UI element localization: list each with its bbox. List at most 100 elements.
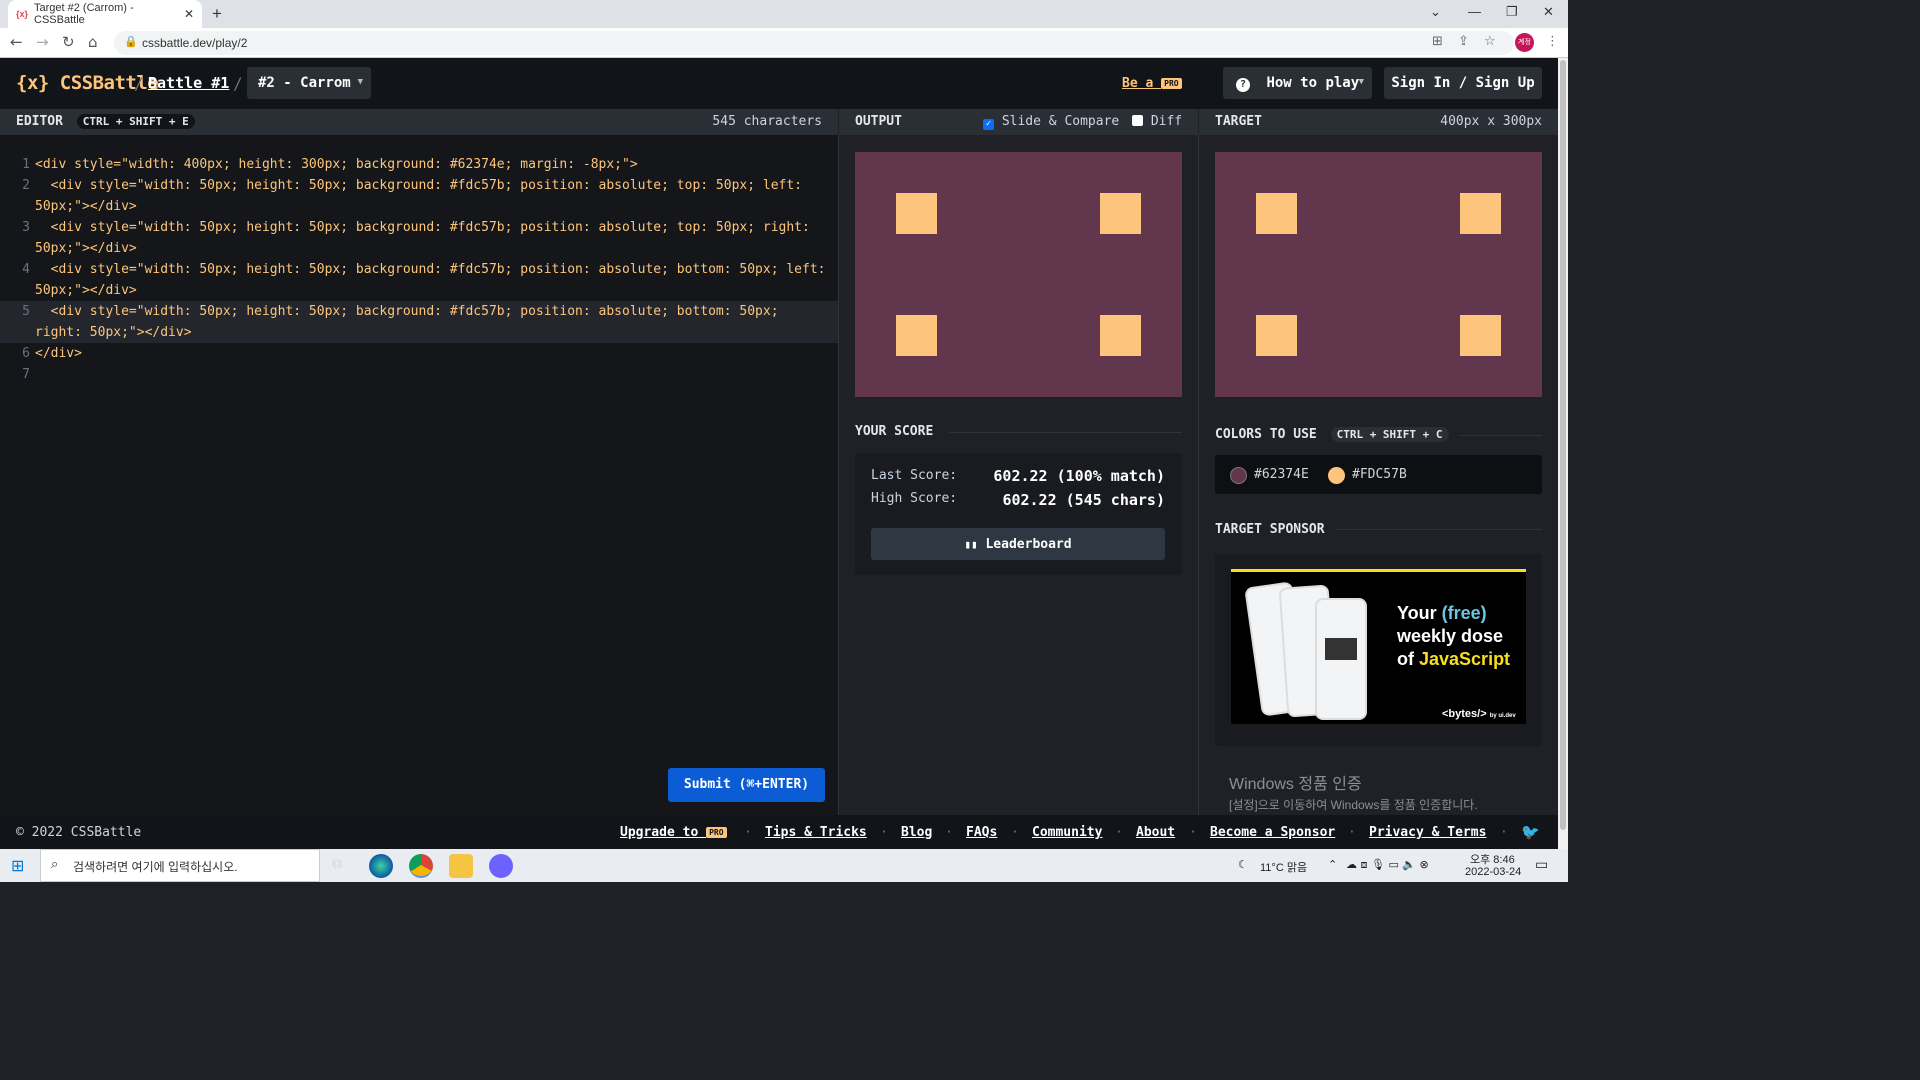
your-score-title: YOUR SCORE bbox=[855, 424, 934, 439]
new-tab-icon[interactable]: + bbox=[212, 4, 222, 24]
profile-avatar[interactable]: 계정 bbox=[1515, 33, 1534, 52]
slide-compare-toggle[interactable]: ✓ Slide & Compare bbox=[983, 114, 1119, 130]
code-editor[interactable]: 1 <div style="width: 400px; height: 300px… bbox=[0, 135, 838, 815]
forward-icon[interactable]: → bbox=[36, 33, 49, 51]
color-swatch-2[interactable] bbox=[1328, 467, 1345, 484]
colors-title-text: COLORS TO USE bbox=[1215, 427, 1317, 442]
about-link[interactable]: About bbox=[1136, 825, 1175, 840]
faqs-link[interactable]: FAQs bbox=[966, 825, 997, 840]
code-line[interactable]: 2 <div style="width: 50px; height: 50px;… bbox=[0, 175, 838, 217]
notification-icon[interactable]: ▭ bbox=[1535, 857, 1548, 873]
translate-icon[interactable]: ⊞ bbox=[1432, 34, 1443, 49]
colors-to-use-title: COLORS TO USE CTRL + SHIFT + C bbox=[1215, 427, 1449, 442]
share-icon[interactable]: ⇪ bbox=[1458, 34, 1469, 49]
color-swatch-1[interactable] bbox=[1230, 467, 1247, 484]
sign-in-button[interactable]: Sign In / Sign Up bbox=[1384, 67, 1542, 99]
footer-separator: · bbox=[1011, 825, 1019, 840]
battle-link[interactable]: Battle #1 bbox=[148, 74, 229, 92]
chrome-icon[interactable] bbox=[409, 854, 433, 878]
be-a-pro-link[interactable]: Be a PRO bbox=[1122, 76, 1182, 91]
target-dropdown[interactable]: #2 - Carrom ▼ bbox=[247, 67, 371, 99]
become-sponsor-link[interactable]: Become a Sponsor bbox=[1210, 825, 1335, 840]
output-header: OUTPUT ✓ Slide & Compare Diff bbox=[838, 109, 1198, 135]
upgrade-text: Upgrade to bbox=[620, 825, 699, 840]
diff-label: Diff bbox=[1150, 114, 1183, 129]
close-tab-icon[interactable]: ✕ bbox=[184, 7, 194, 21]
footer-separator: · bbox=[1500, 825, 1508, 840]
weather-icon[interactable]: ☾ bbox=[1238, 858, 1248, 871]
diff-toggle[interactable]: Diff bbox=[1132, 114, 1182, 129]
community-link[interactable]: Community bbox=[1032, 825, 1102, 840]
code-line[interactable]: 1 <div style="width: 400px; height: 300px… bbox=[0, 154, 838, 175]
twitter-icon[interactable]: 🐦 bbox=[1521, 823, 1540, 841]
page-scrollbar[interactable] bbox=[1558, 58, 1568, 849]
copyright: © 2022 CSSBattle bbox=[16, 825, 142, 840]
scrollbar-thumb[interactable] bbox=[1560, 60, 1566, 830]
edge-icon[interactable] bbox=[369, 854, 393, 878]
weather-text[interactable]: 11°C 맑음 bbox=[1260, 859, 1307, 875]
target-header: TARGET 400px x 300px bbox=[1198, 109, 1558, 135]
carrom-square bbox=[896, 315, 937, 356]
windows-start-icon[interactable]: ⊞ bbox=[11, 856, 24, 875]
code-line[interactable]: 7 bbox=[0, 364, 838, 385]
code-line[interactable]: 5 <div style="width: 50px; height: 50px;… bbox=[0, 301, 838, 343]
code-line[interactable]: 4 <div style="width: 50px; height: 50px;… bbox=[0, 259, 838, 301]
windows-taskbar: ⊞ ⌕ 검색하려면 여기에 입력하십시오. ⧉ ☾ 11°C 맑음 ⌃ ☁ ⧈ … bbox=[0, 849, 1568, 882]
pro-badge: PRO bbox=[706, 827, 727, 838]
color-hex-1[interactable]: #62374E bbox=[1254, 467, 1309, 482]
blog-link[interactable]: Blog bbox=[901, 825, 932, 840]
url-input[interactable]: 🔒 cssbattle.dev/play/2 bbox=[114, 31, 1514, 55]
divider bbox=[1460, 435, 1542, 436]
app-icon[interactable] bbox=[489, 854, 513, 878]
app-header: {x} CSSBattle / Battle #1 / #2 - Carrom … bbox=[0, 58, 1558, 109]
target-label: TARGET bbox=[1215, 114, 1262, 129]
menu-kebab-icon[interactable]: ⋮ bbox=[1546, 34, 1559, 49]
code-text: </div> bbox=[35, 346, 82, 361]
lock-icon: 🔒 bbox=[124, 36, 138, 48]
sponsor-ad[interactable]: Your (free) weekly dose of JavaScript <b… bbox=[1231, 569, 1526, 724]
diff-checkbox[interactable] bbox=[1132, 115, 1143, 126]
sponsor-box: Your (free) weekly dose of JavaScript <b… bbox=[1215, 554, 1542, 746]
minimize-icon[interactable]: — bbox=[1468, 4, 1481, 19]
privacy-link[interactable]: Privacy & Terms bbox=[1369, 825, 1486, 840]
file-explorer-icon[interactable] bbox=[449, 854, 473, 878]
code-line[interactable]: 6 </div> bbox=[0, 343, 838, 364]
back-icon[interactable]: ← bbox=[10, 33, 23, 51]
tray-chevron-icon[interactable]: ⌃ bbox=[1328, 858, 1337, 871]
editor-header: EDITOR CTRL + SHIFT + E 545 characters bbox=[0, 109, 838, 135]
target-image[interactable] bbox=[1215, 152, 1542, 397]
reload-icon[interactable]: ↻ bbox=[62, 33, 75, 51]
window-close-icon[interactable]: ✕ bbox=[1543, 4, 1554, 20]
leaderboard-button[interactable]: ▮▮ Leaderboard bbox=[871, 528, 1165, 560]
line-number: 5 bbox=[22, 304, 30, 319]
tray-icons[interactable]: ☁ ⧈ 🎙 ▭ 🔈 ⊗ bbox=[1346, 858, 1429, 872]
slide-compare-checkbox[interactable]: ✓ bbox=[983, 119, 994, 130]
footer-separator: · bbox=[744, 825, 752, 840]
home-icon[interactable]: ⌂ bbox=[88, 33, 98, 51]
carrom-square bbox=[1460, 193, 1501, 234]
code-line[interactable]: 3 <div style="width: 50px; height: 50px;… bbox=[0, 217, 838, 259]
sponsor-ad-text: Your (free) weekly dose of JavaScript bbox=[1397, 602, 1522, 671]
taskbar-search-input[interactable]: ⌕ 검색하려면 여기에 입력하십시오. bbox=[40, 849, 320, 882]
bytes-brand: <bytes/> bbox=[1442, 708, 1487, 720]
tab-search-icon[interactable]: ⌄ bbox=[1430, 4, 1441, 20]
browser-tab[interactable]: {x} Target #2 (Carrom) - CSSBattle ✕ bbox=[8, 0, 202, 28]
task-view-icon[interactable]: ⧉ bbox=[332, 856, 342, 872]
color-hex-2[interactable]: #FDC57B bbox=[1352, 467, 1407, 482]
submit-button[interactable]: Submit (⌘+ENTER) bbox=[668, 768, 825, 802]
target-dropdown-label: #2 - Carrom bbox=[258, 75, 351, 91]
code-text: <div style="width: 50px; height: 50px; b… bbox=[35, 304, 779, 319]
output-preview[interactable] bbox=[855, 152, 1182, 397]
editor-label: EDITOR bbox=[16, 114, 63, 129]
upgrade-link[interactable]: Upgrade to PRO bbox=[620, 825, 727, 840]
bytes-by: by ui.dev bbox=[1489, 713, 1516, 719]
clock-date[interactable]: 2022-03-24 bbox=[1465, 866, 1521, 878]
code-text: <div style="width: 50px; height: 50px; b… bbox=[35, 220, 810, 235]
tips-link[interactable]: Tips & Tricks bbox=[765, 825, 867, 840]
high-score-label: High Score: bbox=[871, 491, 958, 506]
how-to-play-button[interactable]: ? How to play ▼ bbox=[1223, 67, 1372, 99]
clock-time[interactable]: 오후 8:46 bbox=[1470, 851, 1515, 867]
bookmark-star-icon[interactable]: ☆ bbox=[1484, 34, 1496, 49]
leaderboard-label: Leaderboard bbox=[985, 537, 1072, 552]
restore-icon[interactable]: ❐ bbox=[1506, 4, 1518, 20]
